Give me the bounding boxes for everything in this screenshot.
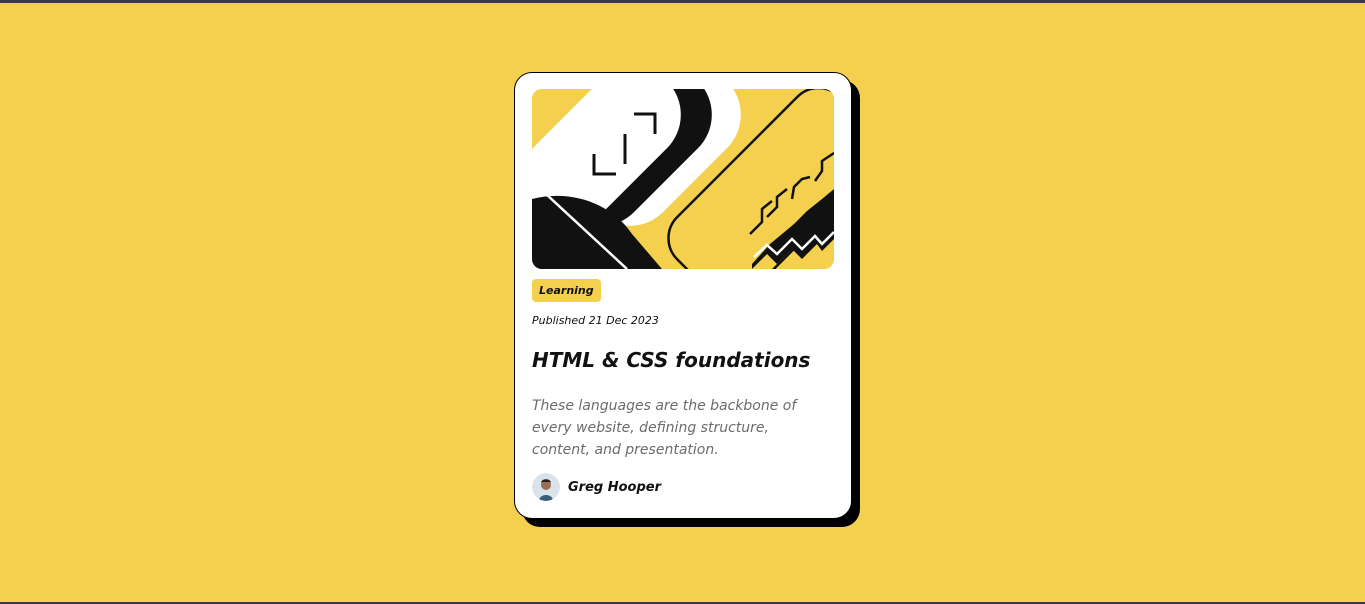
category-tag: Learning — [532, 279, 601, 303]
card-description: These languages are the backbone of ever… — [532, 398, 797, 459]
avatar-icon — [532, 473, 560, 501]
card-title[interactable]: HTML & CSS foundations — [532, 349, 834, 371]
author: Greg Hooper — [532, 473, 661, 501]
published-date: Published 21 Dec 2023 — [532, 314, 659, 328]
blog-preview-card[interactable]: Learning Published 21 Dec 2023 HTML & CS… — [514, 72, 852, 519]
author-name: Greg Hooper — [568, 479, 662, 495]
illustration-image — [532, 89, 834, 269]
